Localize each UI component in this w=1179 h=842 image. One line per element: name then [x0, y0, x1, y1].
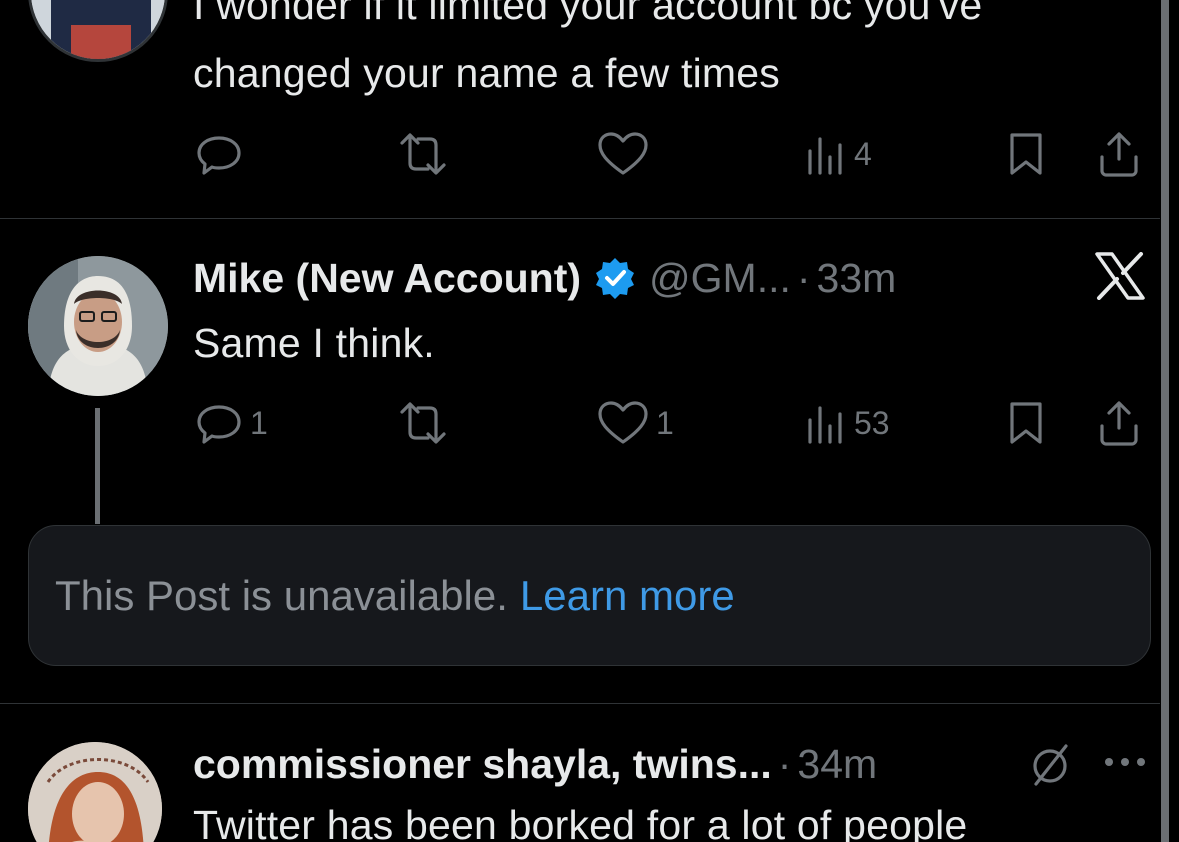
views-count: 4 [854, 135, 872, 172]
bookmark-button[interactable] [1004, 393, 1048, 453]
share-icon [1100, 401, 1138, 446]
reply-count: 1 [250, 404, 268, 441]
divider [0, 703, 1160, 704]
reply-button[interactable] [194, 124, 250, 184]
unavailable-post-notice: This Post is unavailable. Learn more [28, 525, 1151, 666]
user-avatar[interactable] [28, 256, 168, 396]
separator-dot: · [777, 740, 792, 787]
views-button[interactable]: 4 [804, 124, 872, 184]
timestamp[interactable]: 34m [797, 741, 877, 788]
like-button[interactable] [596, 124, 656, 184]
divider [0, 218, 1160, 219]
post-text: Same I think. [193, 320, 435, 366]
post-actions: 1 1 53 [190, 393, 1150, 453]
heart-icon [598, 401, 648, 444]
thread-connector-line [95, 408, 100, 524]
post-thread-view: I wonder if it limited your account bc y… [0, 0, 1179, 842]
share-button[interactable] [1096, 393, 1142, 453]
post-text-line: changed your name a few times [193, 50, 780, 96]
repost-icon [400, 402, 446, 444]
post-text-line: I wonder if it limited your account bc y… [193, 0, 983, 28]
handle[interactable]: @GM... [649, 255, 791, 302]
repost-button[interactable] [394, 124, 458, 184]
post-author-line: commissioner shayla, twins... · 34m [193, 736, 877, 792]
reply-icon [197, 405, 241, 444]
more-options-icon[interactable] [1103, 752, 1147, 772]
user-avatar[interactable] [28, 742, 162, 842]
learn-more-link[interactable]: Learn more [520, 572, 735, 620]
reply-button[interactable]: 1 [194, 393, 268, 453]
bookmark-icon [1010, 402, 1042, 444]
separator-dot: · [796, 254, 811, 301]
verified-badge-icon [596, 258, 635, 299]
post-actions: 4 [190, 124, 1150, 184]
views-button[interactable]: 53 [804, 393, 890, 453]
reply-icon [197, 136, 241, 175]
display-name[interactable]: commissioner shayla, twins... [193, 741, 772, 788]
user-avatar[interactable] [28, 0, 168, 62]
bookmark-button[interactable] [1004, 124, 1048, 184]
like-count: 1 [656, 404, 674, 441]
post-author-line: Mike (New Account) @GM... · 33m [193, 250, 896, 306]
share-icon [1100, 132, 1138, 177]
display-name[interactable]: Mike (New Account) [193, 255, 581, 302]
like-button[interactable]: 1 [596, 393, 674, 453]
views-count: 53 [854, 404, 890, 441]
timestamp[interactable]: 33m [817, 255, 897, 302]
mute-icon [1033, 744, 1068, 786]
heart-icon [598, 132, 648, 175]
views-icon [808, 406, 842, 444]
share-button[interactable] [1096, 124, 1142, 184]
scrollbar[interactable] [1161, 0, 1169, 842]
repost-button[interactable] [394, 393, 458, 453]
post-text: Twitter has been borked for a lot of peo… [193, 802, 968, 842]
x-logo-icon [1095, 252, 1145, 300]
bookmark-icon [1010, 133, 1042, 175]
repost-icon [400, 133, 446, 175]
views-icon [808, 137, 842, 175]
unavailable-message: This Post is unavailable. [55, 571, 508, 619]
